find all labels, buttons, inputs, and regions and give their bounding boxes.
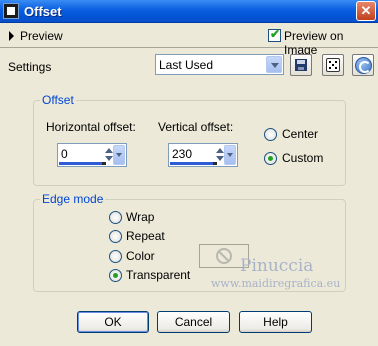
color-radio[interactable]: [109, 250, 122, 263]
checkmark-icon: ✔: [270, 27, 281, 41]
settings-dropdown[interactable]: Last Used: [155, 54, 284, 75]
spin-up-icon[interactable]: [105, 148, 113, 153]
horizontal-offset-slider[interactable]: [59, 162, 106, 165]
spin-down-icon[interactable]: [216, 156, 224, 161]
preview-bar: Preview ✔ Preview on Image: [0, 24, 378, 57]
vertical-offset-slider[interactable]: [170, 162, 217, 165]
repeat-radio[interactable]: [109, 230, 122, 243]
save-preset-icon: [295, 59, 307, 71]
chevron-down-icon[interactable]: [113, 145, 125, 165]
watermark-name: Pinuccia: [240, 256, 314, 276]
color-radio-label[interactable]: Color: [126, 249, 155, 263]
spin-up-icon[interactable]: [216, 148, 224, 153]
vertical-offset-value[interactable]: 230: [172, 147, 192, 161]
preview-expand-icon[interactable]: [9, 31, 14, 41]
preview-on-image-checkbox[interactable]: ✔: [268, 27, 281, 42]
center-radio[interactable]: [264, 128, 277, 141]
randomize-button[interactable]: [322, 54, 344, 76]
repeat-radio-label[interactable]: Repeat: [126, 229, 165, 243]
reset-icon: [355, 57, 372, 74]
ok-button[interactable]: OK: [77, 311, 149, 333]
cancel-button[interactable]: Cancel: [157, 311, 230, 333]
center-radio-label[interactable]: Center: [282, 127, 318, 141]
transparent-radio-label[interactable]: Transparent: [126, 268, 190, 282]
watermark-url: www.maidiregrafica.eu: [211, 277, 341, 290]
title-bar: Offset ✕: [0, 0, 378, 23]
close-icon: ✕: [360, 3, 372, 18]
prohibited-icon: [216, 248, 232, 264]
reset-button[interactable]: [352, 54, 374, 76]
edge-mode-group-title: Edge mode: [40, 192, 106, 206]
horizontal-offset-field[interactable]: 0: [57, 143, 127, 167]
window-title: Offset: [24, 4, 62, 19]
custom-radio-label[interactable]: Custom: [282, 151, 323, 165]
offset-group-title: Offset: [40, 93, 76, 107]
save-preset-button[interactable]: [290, 54, 312, 76]
transparent-radio[interactable]: [109, 269, 122, 282]
settings-selected-value: Last Used: [159, 58, 214, 72]
spin-down-icon[interactable]: [105, 156, 113, 161]
chevron-down-icon[interactable]: [266, 56, 282, 73]
wrap-radio-label[interactable]: Wrap: [126, 210, 154, 224]
custom-radio[interactable]: [264, 152, 277, 165]
vertical-offset-field[interactable]: 230: [168, 143, 238, 167]
preview-toggle[interactable]: Preview: [20, 29, 63, 43]
settings-label: Settings: [8, 60, 52, 74]
horizontal-offset-value[interactable]: 0: [61, 147, 68, 161]
vertical-offset-label: Vertical offset:: [158, 120, 234, 134]
horizontal-offset-label: Horizontal offset:: [46, 120, 136, 134]
help-button[interactable]: Help: [239, 311, 312, 333]
preview-on-image-label[interactable]: Preview on Image: [284, 29, 378, 57]
app-icon: [3, 3, 19, 19]
randomize-dice-icon: [326, 58, 340, 72]
close-button[interactable]: ✕: [356, 1, 376, 21]
chevron-down-icon[interactable]: [224, 145, 236, 165]
wrap-radio[interactable]: [109, 211, 122, 224]
